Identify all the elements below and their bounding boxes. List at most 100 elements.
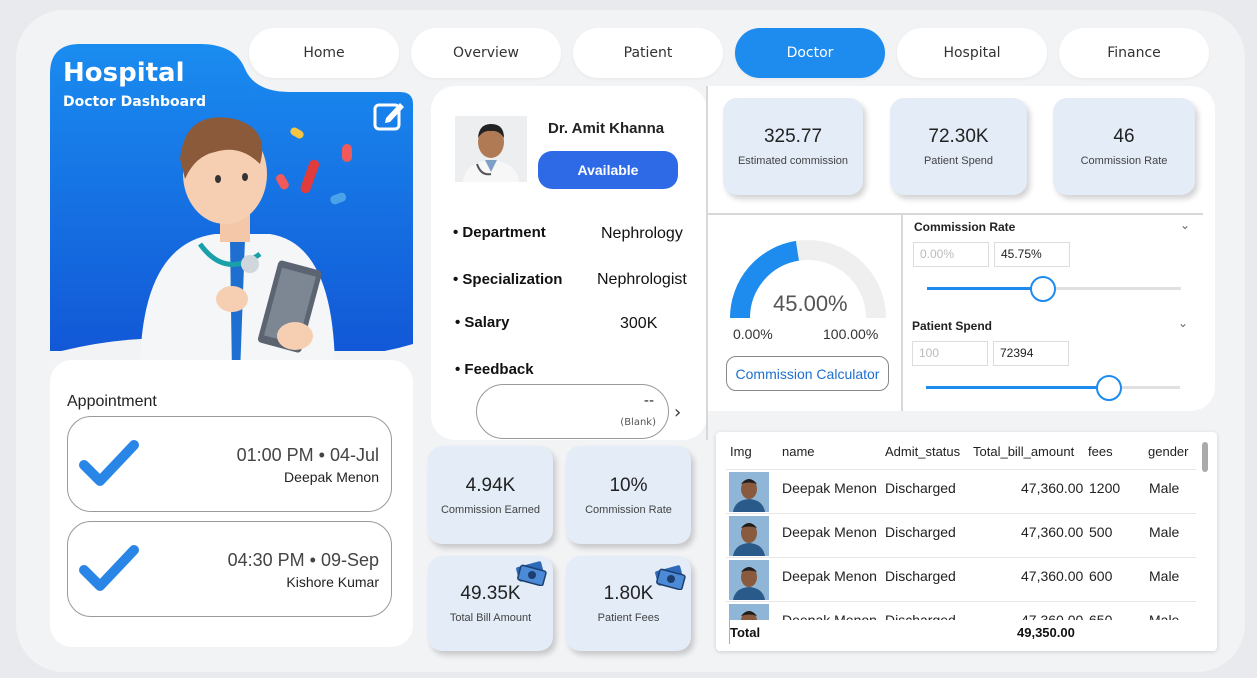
- table-scrollbar[interactable]: [1202, 442, 1208, 472]
- kpi-value: 4.94K: [465, 474, 516, 496]
- total-label: Total: [730, 625, 761, 640]
- nav-overview[interactable]: Overview: [411, 28, 561, 78]
- kpi-label: Commission Rate: [1080, 155, 1168, 167]
- chevron-down-icon[interactable]: ⌄: [1180, 218, 1190, 232]
- slider-thumb[interactable]: [1030, 276, 1056, 302]
- table-row[interactable]: Deepak Menon Discharged 47,360.00 1200 M…: [726, 469, 1196, 513]
- hero-title: Hospital: [63, 58, 185, 88]
- column-header[interactable]: Total_bill_amount: [973, 444, 1074, 459]
- divider: [901, 214, 903, 411]
- kpi-card: 4.94K Commission Earned: [428, 446, 553, 544]
- table-row[interactable]: Deepak Menon Discharged 47,360.00 500 Ma…: [726, 513, 1196, 557]
- hero-banner: Hospital Doctor Dashboard: [50, 44, 413, 374]
- kpi-value: 72.30K: [928, 126, 989, 147]
- chevron-down-icon[interactable]: ⌄: [1178, 316, 1188, 330]
- patient-thumbnail: [729, 516, 769, 556]
- cell-fees: 1200: [1089, 480, 1121, 496]
- appointment-panel: Appointment 01:00 PM • 04-Jul Deepak Men…: [50, 360, 413, 647]
- divider: [706, 86, 708, 440]
- chevron-right-icon[interactable]: ›: [674, 402, 681, 423]
- column-header[interactable]: gender: [1148, 444, 1188, 459]
- kpi-label: Commission Earned: [440, 503, 541, 516]
- slider-track-fill: [926, 386, 1109, 389]
- specialization-label: • Specialization: [453, 271, 563, 288]
- appointment-title: Appointment: [67, 393, 157, 410]
- column-header[interactable]: name: [782, 444, 815, 459]
- kpi-value: 49.35K: [460, 583, 521, 604]
- table-total-row: Total 49,350.00: [730, 620, 1200, 646]
- slider-min-input[interactable]: 0.00%: [913, 242, 989, 267]
- kpi-label: Commission Rate: [585, 503, 672, 516]
- kpi-value: 325.77: [763, 126, 823, 147]
- cell-fees: 500: [1089, 524, 1113, 540]
- kpi-label: Patient Fees: [597, 612, 660, 624]
- patient-thumbnail: [729, 560, 769, 600]
- salary-value: 300K: [620, 315, 658, 332]
- doctor-photo: [455, 116, 527, 182]
- column-header[interactable]: Admit_status: [885, 444, 960, 459]
- slider-thumb[interactable]: [1096, 375, 1122, 401]
- gauge-value: 45.00%: [773, 291, 848, 316]
- feedback-card[interactable]: -- (Blank): [476, 384, 669, 439]
- cell-bill: 47,360.00: [1021, 480, 1084, 496]
- table-row[interactable]: Deepak Menon Discharged 47,360.00 600 Ma…: [726, 557, 1196, 601]
- nav-patient[interactable]: Patient: [573, 28, 723, 78]
- cell-status: Discharged: [885, 524, 956, 540]
- specialization-value: Nephrologist: [597, 271, 687, 288]
- patient-thumbnail: [729, 472, 769, 512]
- cell-gender: Male: [1149, 524, 1180, 540]
- appointment-time: 04:30 PM • 09-Sep: [227, 550, 379, 570]
- slider-value-input[interactable]: 72394: [993, 341, 1069, 366]
- commission-calculator-button[interactable]: Commission Calculator: [726, 356, 889, 391]
- money-icon: [516, 561, 547, 586]
- gauge-min: 0.00%: [733, 326, 773, 342]
- slider-title: Commission Rate: [914, 220, 1016, 234]
- feedback-sub: (Blank): [620, 417, 656, 428]
- appointment-card[interactable]: 01:00 PM • 04-Jul Deepak Menon: [67, 416, 392, 512]
- kpi-value: 10%: [609, 474, 648, 496]
- kpi-value: 46: [1113, 126, 1135, 147]
- cell-status: Discharged: [885, 480, 956, 496]
- cell-gender: Male: [1149, 568, 1180, 584]
- department-value: Nephrology: [601, 225, 683, 242]
- gauge-max: 100.00%: [823, 326, 879, 342]
- kpi-label: Estimated commission: [737, 155, 849, 167]
- doctor-name: Dr. Amit Khanna: [548, 120, 665, 137]
- kpi-value: 1.80K: [603, 583, 654, 604]
- kpi-card: 325.77 Estimated commission: [723, 98, 863, 195]
- department-label: • Department: [453, 224, 546, 241]
- kpi-card: 10% Commission Rate: [566, 446, 691, 544]
- doctor-illustration: [140, 117, 352, 374]
- salary-label: • Salary: [455, 314, 510, 331]
- feedback-label: • Feedback: [455, 361, 534, 378]
- appointment-card[interactable]: 04:30 PM • 09-Sep Kishore Kumar: [67, 521, 392, 617]
- column-header[interactable]: fees: [1088, 444, 1113, 459]
- cell-bill: 47,360.00: [1021, 568, 1084, 584]
- appointment-patient: Deepak Menon: [284, 469, 379, 485]
- slider-track-fill: [927, 287, 1043, 290]
- column-header[interactable]: Img: [730, 444, 752, 459]
- nav-doctor[interactable]: Doctor: [735, 28, 885, 78]
- cell-fees: 600: [1089, 568, 1113, 584]
- kpi-label: Total Bill Amount: [449, 612, 532, 624]
- edit-icon[interactable]: [372, 98, 406, 132]
- slider-value-input[interactable]: 45.75%: [994, 242, 1070, 267]
- kpi-card: 72.30K Patient Spend: [890, 98, 1027, 195]
- slider-min-input[interactable]: 100: [912, 341, 988, 366]
- slider-title: Patient Spend: [912, 319, 993, 333]
- cell-name: Deepak Menon: [782, 568, 877, 584]
- patient-table: Img name Admit_status Total_bill_amount …: [716, 432, 1217, 651]
- appointment-time: 01:00 PM • 04-Jul: [236, 445, 379, 465]
- cell-gender: Male: [1149, 480, 1180, 496]
- kpi-label: Patient Spend: [923, 155, 994, 167]
- availability-button[interactable]: Available: [538, 151, 678, 189]
- nav-hospital[interactable]: Hospital: [897, 28, 1047, 78]
- doctor-profile-card: Dr. Amit Khanna Available • Department N…: [431, 86, 707, 440]
- check-icon: [79, 440, 139, 486]
- cell-name: Deepak Menon: [782, 480, 877, 496]
- kpi-card: 46 Commission Rate: [1053, 98, 1195, 195]
- nav-finance[interactable]: Finance: [1059, 28, 1209, 78]
- money-icon: [655, 565, 686, 590]
- cell-name: Deepak Menon: [782, 524, 877, 540]
- cell-status: Discharged: [885, 568, 956, 584]
